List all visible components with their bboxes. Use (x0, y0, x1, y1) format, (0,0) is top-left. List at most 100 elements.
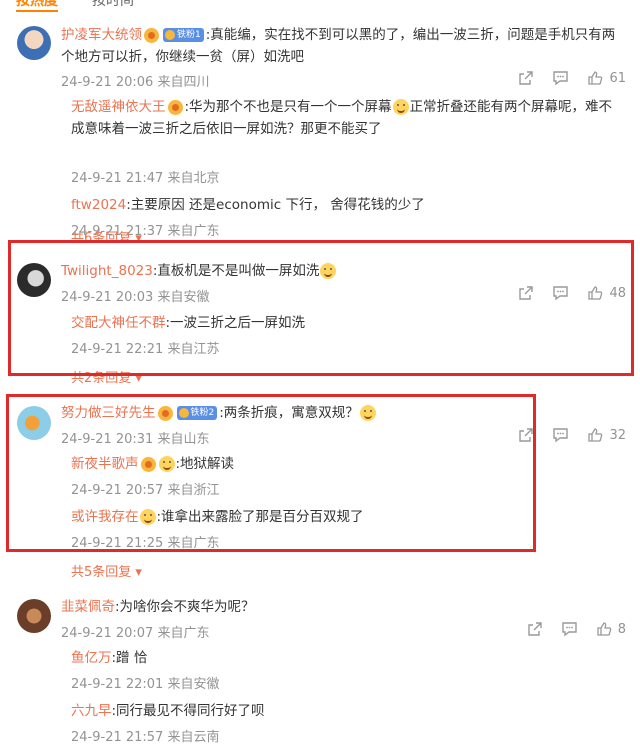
sort-tabs: 按热度 按时间 (0, 0, 640, 12)
username[interactable]: 韭菜佩奇 (61, 599, 115, 615)
tab-sort-hot-label: 按热度 (16, 0, 58, 9)
share-icon (519, 428, 534, 442)
avatar[interactable] (17, 599, 51, 633)
reply-username[interactable]: 无敌遥神依大王 (71, 99, 166, 115)
comment-item: 韭菜佩奇:为啥你会不爽华为呢？ 24-9-21 20:07 来自广东 8 鱼亿万… (0, 596, 640, 754)
laugh-emoji-icon (359, 405, 376, 421)
more-replies-label: 共5条回复 (71, 565, 132, 580)
tab-active-underline (16, 10, 58, 12)
like-count: 8 (617, 621, 626, 637)
comment-button[interactable] (561, 621, 578, 637)
reply-item: 无敌遥神依大王:华为那个不也是只有一个一个屏幕 正常折叠还能有两个屏幕呢，难不成意… (71, 96, 616, 140)
reply-username[interactable]: 或许我存在 (71, 509, 139, 525)
reply-meta: 24-9-21 22:21 来自江苏 (71, 342, 220, 357)
like-button[interactable]: 8 (596, 621, 626, 637)
like-button[interactable]: 48 (587, 285, 626, 301)
share-button[interactable] (518, 70, 534, 86)
reply-username[interactable]: 新夜半歌声 (71, 456, 139, 472)
comment-text: 护凌军大统领 铁粉1:真能编，实在找不到可以黑的了，编出一波三折，问题是手机只有两… (61, 24, 626, 68)
avatar[interactable] (17, 26, 51, 60)
comment-meta: 24-9-21 20:06 来自四川 (61, 75, 210, 90)
fan-medal-icon (140, 456, 156, 472)
reply-username[interactable]: 鱼亿万 (71, 650, 112, 666)
username[interactable]: 努力做三好先生 (61, 405, 156, 421)
fan-medal-icon (167, 99, 183, 115)
like-count: 48 (609, 285, 626, 301)
tab-sort-time[interactable]: 按时间 (92, 0, 134, 10)
reply-item: 交配大神任不群:一波三折之后一屏如洗 (71, 312, 630, 334)
reply-username[interactable]: 六九早 (71, 703, 112, 719)
reply-body: :同行最见不得同行好了呗 (111, 703, 265, 719)
more-replies-link[interactable]: 共5条回复 ▾ (71, 561, 142, 580)
chevron-down-icon: ▾ (135, 231, 142, 246)
comment-item: 努力做三好先生 铁粉2:两条折痕，寓意双规？ 24-9-21 20:31 来自山东… (0, 402, 640, 580)
comment-button[interactable] (552, 70, 569, 86)
avatar[interactable] (17, 263, 51, 297)
reply-item: 鱼亿万:蹭 恰 (71, 647, 630, 669)
thumbs-up-icon (588, 71, 603, 85)
reply-body: :主要原因 还是economic 下行， 舍得花钱的少了 (126, 197, 425, 213)
more-replies-link[interactable]: 共2条回复 ▾ (71, 367, 142, 386)
fan-badge[interactable]: 铁粉1 (163, 28, 204, 42)
reply-body: :地狱解读 (175, 456, 235, 472)
reply-item: ftw2024:主要原因 还是economic 下行， 舍得花钱的少了 (71, 194, 616, 216)
comment-text: Twilight_8023:直板机是不是叫做一屏如洗 (61, 260, 626, 282)
reply-body: :一波三折之后一屏如洗 (165, 315, 306, 331)
fan-badge[interactable]: 铁粉2 (176, 406, 218, 420)
share-icon (519, 71, 534, 85)
more-replies-label: 共6条回复 (71, 231, 132, 246)
comment-actions: 48 (500, 285, 626, 301)
comment-body: :直板机是不是叫做一屏如洗 (152, 263, 320, 279)
comment-icon (553, 71, 569, 86)
dog-emoji-icon (158, 456, 175, 472)
reply-username[interactable]: ftw2024 (71, 197, 126, 213)
more-replies-label: 共2条回复 (71, 371, 132, 386)
comment-item: 护凌军大统领 铁粉1:真能编，实在找不到可以黑的了，编出一波三折，问题是手机只有两… (0, 22, 640, 249)
thumbs-up-icon (597, 622, 612, 636)
reply-meta: 24-9-21 20:57 来自浙江 (71, 483, 220, 498)
dog-emoji-icon (139, 509, 156, 525)
reply-item: 六九早:同行最见不得同行好了呗 (71, 700, 630, 722)
comment-icon (553, 286, 569, 301)
reply-body: :华为那个不也是只有一个一个屏幕 (184, 99, 392, 115)
more-replies-link[interactable]: 共6条回复 ▾ (71, 227, 142, 246)
comment-icon (553, 428, 569, 443)
comment-button[interactable] (552, 427, 569, 443)
comment-icon (562, 622, 577, 637)
username[interactable]: Twilight_8023 (61, 263, 153, 279)
share-button[interactable] (518, 427, 534, 443)
comment-button[interactable] (552, 285, 569, 301)
share-button[interactable] (527, 621, 543, 637)
share-icon (528, 622, 542, 636)
share-icon (519, 286, 534, 300)
reply-list: 无敌遥神依大王:华为那个不也是只有一个一个屏幕 正常折叠还能有两个屏幕呢，难不成意… (61, 94, 626, 249)
like-count: 61 (609, 70, 626, 86)
comment-actions: 61 (500, 70, 626, 86)
comment-body: :两条折痕，寓意双规？ (219, 405, 359, 421)
thumbs-up-icon (588, 286, 603, 300)
reply-meta: 24-9-21 21:57 来自云南 (71, 730, 220, 745)
like-button[interactable]: 61 (587, 70, 626, 86)
comment-actions: 32 (500, 427, 626, 443)
chevron-down-icon: ▾ (135, 371, 142, 386)
comment-item: Twilight_8023:直板机是不是叫做一屏如洗 24-9-21 20:03… (0, 258, 640, 386)
reply-meta: 24-9-21 21:47 来自北京 (71, 171, 220, 186)
username[interactable]: 护凌军大统领 (61, 27, 142, 43)
like-button[interactable]: 32 (587, 427, 626, 443)
comment-meta: 24-9-21 20:03 来自安徽 (61, 290, 210, 305)
cry-emoji-icon (320, 263, 337, 279)
reply-item: 新夜半歌声 :地狱解读 (71, 453, 630, 475)
comment-actions: 8 (509, 621, 626, 637)
fan-medal-icon (144, 27, 159, 43)
reply-body: :谁拿出来露脸了那是百分百双规了 (156, 509, 364, 525)
share-button[interactable] (518, 285, 534, 301)
avatar[interactable] (17, 406, 51, 440)
reply-username[interactable]: 交配大神任不群 (71, 315, 166, 331)
like-count: 32 (609, 427, 626, 443)
sweat-emoji-icon (392, 99, 409, 115)
fan-medal-icon (157, 405, 173, 421)
comment-meta: 24-9-21 20:31 来自山东 (61, 432, 210, 447)
tab-sort-hot[interactable]: 按热度 (16, 0, 58, 12)
chevron-down-icon: ▾ (135, 565, 142, 580)
comment-text: 努力做三好先生 铁粉2:两条折痕，寓意双规？ (61, 402, 626, 424)
